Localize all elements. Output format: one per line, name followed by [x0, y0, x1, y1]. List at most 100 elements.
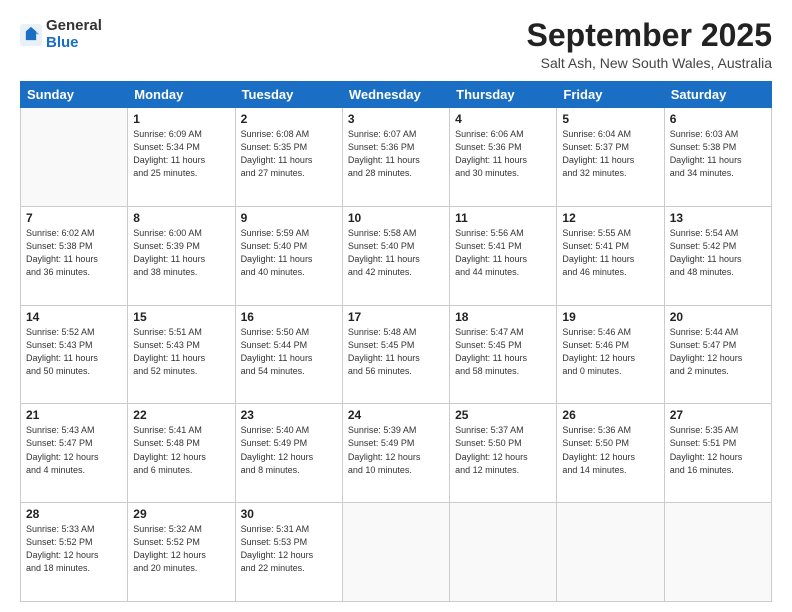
calendar-cell: 24Sunrise: 5:39 AM Sunset: 5:49 PM Dayli… [342, 404, 449, 503]
day-number: 19 [562, 310, 658, 324]
day-info: Sunrise: 5:39 AM Sunset: 5:49 PM Dayligh… [348, 424, 444, 476]
logo-blue-text: Blue [46, 34, 79, 51]
day-number: 26 [562, 408, 658, 422]
calendar-cell: 12Sunrise: 5:55 AM Sunset: 5:41 PM Dayli… [557, 206, 664, 305]
calendar-cell [21, 108, 128, 207]
day-info: Sunrise: 6:09 AM Sunset: 5:34 PM Dayligh… [133, 128, 229, 180]
day-info: Sunrise: 6:06 AM Sunset: 5:36 PM Dayligh… [455, 128, 551, 180]
day-info: Sunrise: 5:37 AM Sunset: 5:50 PM Dayligh… [455, 424, 551, 476]
day-info: Sunrise: 6:07 AM Sunset: 5:36 PM Dayligh… [348, 128, 444, 180]
logo-general-text: General [46, 17, 102, 34]
day-info: Sunrise: 6:04 AM Sunset: 5:37 PM Dayligh… [562, 128, 658, 180]
day-info: Sunrise: 5:50 AM Sunset: 5:44 PM Dayligh… [241, 326, 337, 378]
day-info: Sunrise: 5:52 AM Sunset: 5:43 PM Dayligh… [26, 326, 122, 378]
calendar-cell: 8 Sunrise: 6:00 AM Sunset: 5:39 PM Daylig… [128, 206, 235, 305]
day-number: 6 [670, 112, 766, 126]
calendar-cell [557, 503, 664, 602]
calendar-cell: 17Sunrise: 5:48 AM Sunset: 5:45 PM Dayli… [342, 305, 449, 404]
calendar-cell: 14 Sunrise: 5:52 AM Sunset: 5:43 PM Dayli… [21, 305, 128, 404]
day-number: 10 [348, 211, 444, 225]
location: Salt Ash, New South Wales, Australia [527, 55, 772, 71]
day-number: 23 [241, 408, 337, 422]
day-number: 27 [670, 408, 766, 422]
day-info: Sunrise: 5:43 AM Sunset: 5:47 PM Dayligh… [26, 424, 122, 476]
day-number: 4 [455, 112, 551, 126]
day-info: Sunrise: 5:46 AM Sunset: 5:46 PM Dayligh… [562, 326, 658, 378]
day-number: 25 [455, 408, 551, 422]
day-number: 21 [26, 408, 122, 422]
day-info: Sunrise: 5:56 AM Sunset: 5:41 PM Dayligh… [455, 227, 551, 279]
calendar-cell [664, 503, 771, 602]
calendar-cell: 16 Sunrise: 5:50 AM Sunset: 5:44 PM Dayli… [235, 305, 342, 404]
col-saturday: Saturday [664, 82, 771, 108]
day-number: 22 [133, 408, 229, 422]
calendar-cell: 2 Sunrise: 6:08 AM Sunset: 5:35 PM Daylig… [235, 108, 342, 207]
day-info: Sunrise: 5:41 AM Sunset: 5:48 PM Dayligh… [133, 424, 229, 476]
calendar-cell: 22 Sunrise: 5:41 AM Sunset: 5:48 PM Dayli… [128, 404, 235, 503]
calendar-page: General Blue September 2025 Salt Ash, Ne… [0, 0, 792, 612]
week-row-1: 1 Sunrise: 6:09 AM Sunset: 5:34 PM Daylig… [21, 108, 772, 207]
day-number: 28 [26, 507, 122, 521]
day-info: Sunrise: 5:32 AM Sunset: 5:52 PM Dayligh… [133, 523, 229, 575]
day-number: 14 [26, 310, 122, 324]
day-number: 9 [241, 211, 337, 225]
day-number: 2 [241, 112, 337, 126]
calendar-cell: 3 Sunrise: 6:07 AM Sunset: 5:36 PM Daylig… [342, 108, 449, 207]
calendar-cell: 23Sunrise: 5:40 AM Sunset: 5:49 PM Dayli… [235, 404, 342, 503]
day-number: 13 [670, 211, 766, 225]
calendar-cell: 9 Sunrise: 5:59 AM Sunset: 5:40 PM Daylig… [235, 206, 342, 305]
day-info: Sunrise: 5:48 AM Sunset: 5:45 PM Dayligh… [348, 326, 444, 378]
day-info: Sunrise: 6:08 AM Sunset: 5:35 PM Dayligh… [241, 128, 337, 180]
col-friday: Friday [557, 82, 664, 108]
day-info: Sunrise: 5:31 AM Sunset: 5:53 PM Dayligh… [241, 523, 337, 575]
calendar-cell: 7Sunrise: 6:02 AM Sunset: 5:38 PM Daylig… [21, 206, 128, 305]
col-monday: Monday [128, 82, 235, 108]
calendar-cell [450, 503, 557, 602]
calendar-cell: 25 Sunrise: 5:37 AM Sunset: 5:50 PM Dayli… [450, 404, 557, 503]
title-block: September 2025 Salt Ash, New South Wales… [527, 18, 772, 71]
day-number: 8 [133, 211, 229, 225]
col-wednesday: Wednesday [342, 82, 449, 108]
calendar-cell: 11Sunrise: 5:56 AM Sunset: 5:41 PM Dayli… [450, 206, 557, 305]
logo: General Blue [20, 18, 102, 51]
day-number: 1 [133, 112, 229, 126]
week-row-3: 14 Sunrise: 5:52 AM Sunset: 5:43 PM Dayli… [21, 305, 772, 404]
calendar-cell: 15 Sunrise: 5:51 AM Sunset: 5:43 PM Dayli… [128, 305, 235, 404]
calendar-cell: 30Sunrise: 5:31 AM Sunset: 5:53 PM Dayli… [235, 503, 342, 602]
calendar-cell: 5 Sunrise: 6:04 AM Sunset: 5:37 PM Daylig… [557, 108, 664, 207]
calendar-cell: 29 Sunrise: 5:32 AM Sunset: 5:52 PM Dayli… [128, 503, 235, 602]
calendar-cell: 27Sunrise: 5:35 AM Sunset: 5:51 PM Dayli… [664, 404, 771, 503]
calendar-cell [342, 503, 449, 602]
day-number: 16 [241, 310, 337, 324]
calendar-cell: 10 Sunrise: 5:58 AM Sunset: 5:40 PM Dayli… [342, 206, 449, 305]
col-sunday: Sunday [21, 82, 128, 108]
day-number: 29 [133, 507, 229, 521]
day-info: Sunrise: 6:03 AM Sunset: 5:38 PM Dayligh… [670, 128, 766, 180]
day-info: Sunrise: 5:33 AM Sunset: 5:52 PM Dayligh… [26, 523, 122, 575]
day-number: 12 [562, 211, 658, 225]
day-number: 5 [562, 112, 658, 126]
day-info: Sunrise: 5:47 AM Sunset: 5:45 PM Dayligh… [455, 326, 551, 378]
day-number: 15 [133, 310, 229, 324]
col-tuesday: Tuesday [235, 82, 342, 108]
day-number: 7 [26, 211, 122, 225]
calendar-cell: 18 Sunrise: 5:47 AM Sunset: 5:45 PM Dayli… [450, 305, 557, 404]
logo-icon [20, 24, 42, 46]
calendar-cell: 4 Sunrise: 6:06 AM Sunset: 5:36 PM Daylig… [450, 108, 557, 207]
day-info: Sunrise: 5:54 AM Sunset: 5:42 PM Dayligh… [670, 227, 766, 279]
day-info: Sunrise: 5:59 AM Sunset: 5:40 PM Dayligh… [241, 227, 337, 279]
day-info: Sunrise: 5:58 AM Sunset: 5:40 PM Dayligh… [348, 227, 444, 279]
calendar-cell: 19 Sunrise: 5:46 AM Sunset: 5:46 PM Dayli… [557, 305, 664, 404]
calendar-cell: 26 Sunrise: 5:36 AM Sunset: 5:50 PM Dayli… [557, 404, 664, 503]
calendar-cell: 21 Sunrise: 5:43 AM Sunset: 5:47 PM Dayli… [21, 404, 128, 503]
day-number: 20 [670, 310, 766, 324]
day-number: 3 [348, 112, 444, 126]
week-row-2: 7Sunrise: 6:02 AM Sunset: 5:38 PM Daylig… [21, 206, 772, 305]
month-title: September 2025 [527, 18, 772, 53]
day-number: 18 [455, 310, 551, 324]
col-thursday: Thursday [450, 82, 557, 108]
day-info: Sunrise: 5:51 AM Sunset: 5:43 PM Dayligh… [133, 326, 229, 378]
calendar-cell: 28 Sunrise: 5:33 AM Sunset: 5:52 PM Dayli… [21, 503, 128, 602]
day-info: Sunrise: 6:00 AM Sunset: 5:39 PM Dayligh… [133, 227, 229, 279]
day-info: Sunrise: 5:36 AM Sunset: 5:50 PM Dayligh… [562, 424, 658, 476]
